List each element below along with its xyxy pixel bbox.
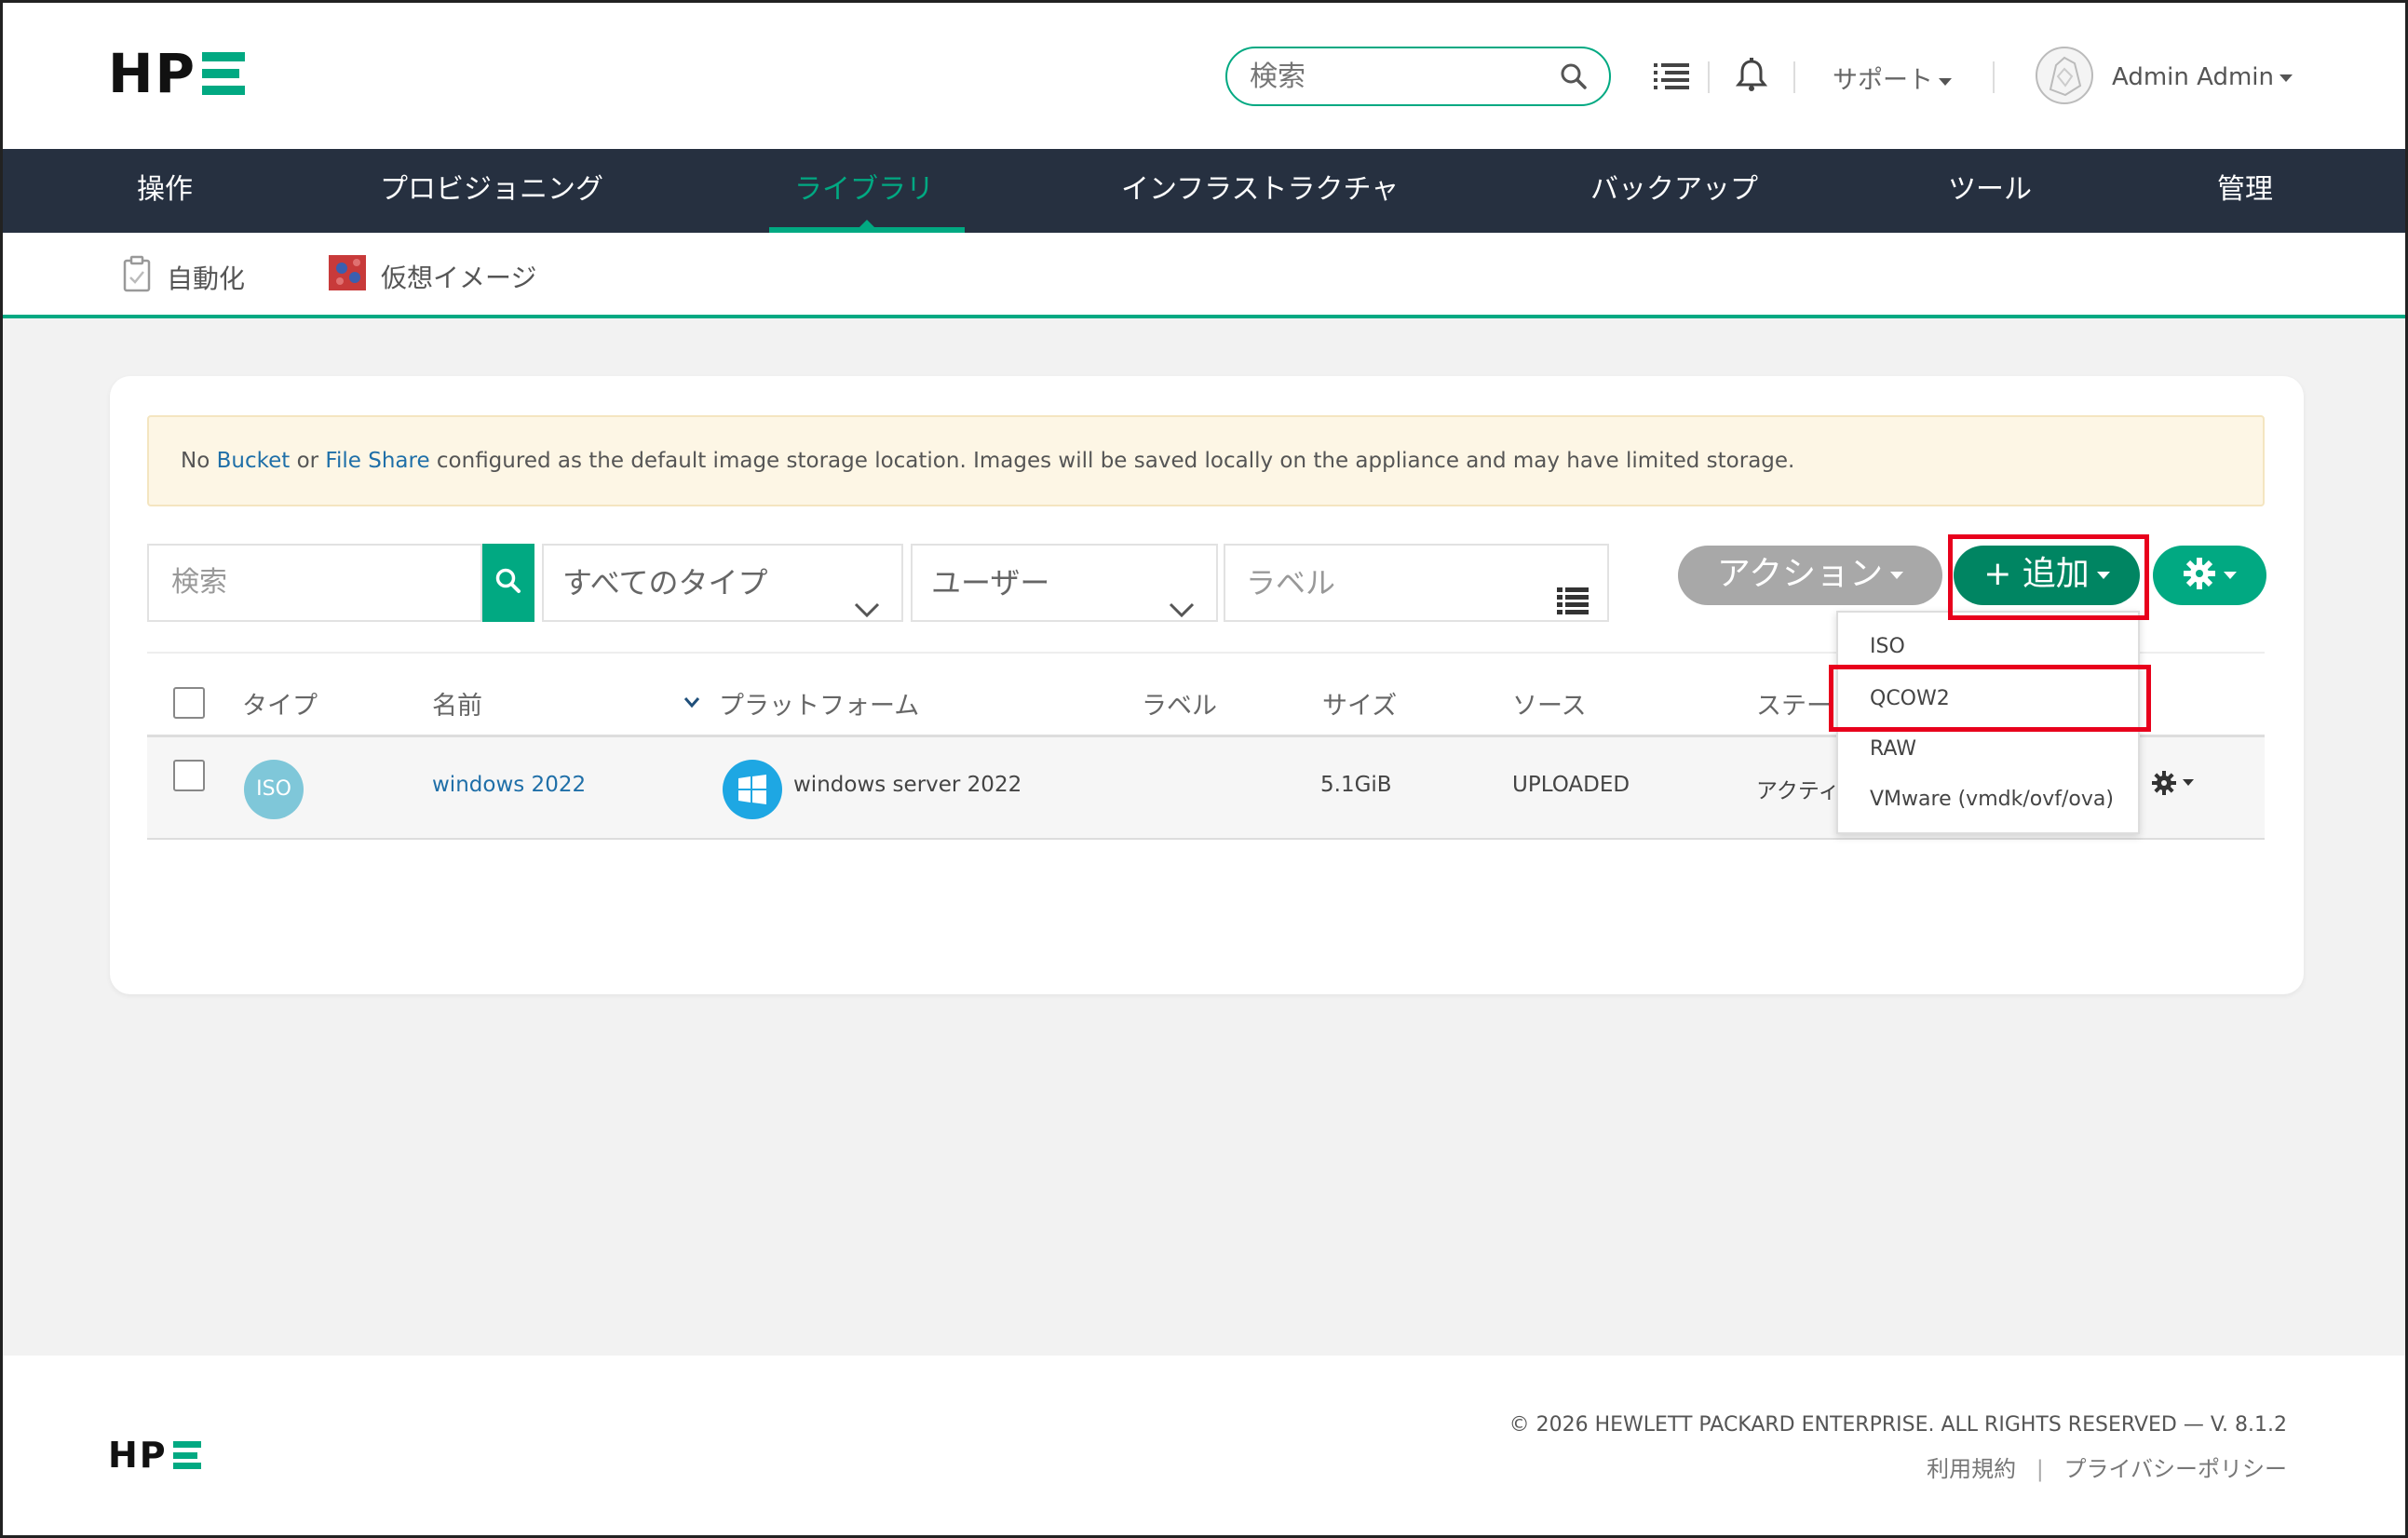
activity-list-icon[interactable]	[1654, 61, 1691, 95]
support-menu[interactable]: サポート	[1833, 60, 1952, 96]
column-header-platform[interactable]: プラットフォーム	[719, 685, 919, 722]
row-checkbox[interactable]	[173, 760, 205, 791]
platform-cell: windows server 2022	[793, 773, 1022, 797]
qcow2-highlight	[1829, 665, 2151, 732]
nav-item-operations[interactable]: 操作	[137, 149, 193, 233]
add-button-highlight	[1948, 534, 2149, 620]
chevron-down-icon	[853, 572, 881, 646]
source-cell: UPLOADED	[1512, 773, 1630, 797]
storage-warning-alert: No Bucket or File Share configured as th…	[147, 415, 2265, 506]
clipboard-icon	[122, 255, 152, 299]
avatar[interactable]	[2036, 47, 2093, 104]
chevron-down-icon	[1168, 572, 1196, 646]
select-all-checkbox[interactable]	[173, 687, 205, 719]
column-header-source[interactable]: ソース	[1512, 685, 1587, 722]
footer-link-separator: |	[2036, 1456, 2044, 1482]
row-gear-menu[interactable]	[2151, 769, 2199, 801]
nav-item-tools[interactable]: ツール	[1948, 149, 2032, 233]
bucket-link[interactable]: Bucket	[217, 449, 291, 473]
iso-type-badge: ISO	[244, 760, 304, 819]
menu-item-raw[interactable]: RAW	[1870, 737, 1916, 761]
nav-item-admin[interactable]: 管理	[2217, 149, 2273, 233]
settings-button[interactable]	[2153, 546, 2266, 605]
hpe-logo-e-mark	[202, 52, 246, 95]
hpe-logo-e-mark	[172, 1441, 201, 1469]
search-icon	[494, 566, 523, 600]
hpe-logo[interactable]: HP	[108, 47, 246, 101]
active-tab-notch	[858, 220, 876, 229]
main-nav: 操作 プロビジョニング ライブラリ インフラストラクチャ バックアップ ツール …	[3, 149, 2405, 233]
gear-icon	[2183, 557, 2216, 594]
sub-nav: 自動化 仮想イメージ	[3, 233, 2405, 318]
menu-item-iso[interactable]: ISO	[1870, 635, 1905, 658]
file-share-link[interactable]: File Share	[325, 449, 429, 473]
image-search-button[interactable]	[482, 544, 534, 622]
global-search-input[interactable]	[1250, 60, 1548, 93]
virtual-image-icon	[329, 255, 366, 297]
footer-links: 利用規約 | プライバシーポリシー	[1927, 1450, 2287, 1483]
nav-item-backup[interactable]: バックアップ	[1590, 149, 1758, 233]
user-menu[interactable]: Admin Admin	[2112, 63, 2293, 91]
footer	[3, 1356, 2405, 1535]
sort-descending-icon[interactable]	[683, 695, 700, 712]
privacy-policy-link[interactable]: プライバシーポリシー	[2063, 1456, 2287, 1482]
header-separator	[1993, 61, 1995, 93]
column-header-name[interactable]: 名前	[432, 685, 482, 722]
image-name-link[interactable]: windows 2022	[432, 773, 586, 797]
header-separator	[1793, 61, 1795, 93]
terms-link[interactable]: 利用規約	[1927, 1456, 2016, 1482]
user-filter-select[interactable]: ユーザー	[911, 544, 1218, 622]
header-separator	[1708, 61, 1710, 93]
windows-icon	[723, 760, 782, 819]
column-header-status[interactable]: ステー	[1756, 685, 1832, 722]
label-filter-input[interactable]: ラベル	[1224, 544, 1609, 622]
global-search[interactable]	[1225, 47, 1611, 106]
image-search-input[interactable]: 検索	[147, 544, 482, 622]
search-icon[interactable]	[1559, 61, 1589, 95]
column-header-label[interactable]: ラベル	[1142, 685, 1217, 722]
chevron-down-icon	[1939, 77, 1952, 86]
top-header: HP サポート Admin Admin	[0, 0, 2408, 149]
nav-item-infrastructure[interactable]: インフラストラクチャ	[1121, 149, 1399, 233]
column-header-size[interactable]: サイズ	[1322, 685, 1397, 722]
status-cell: アクティ	[1756, 779, 1840, 803]
subnav-item-automation[interactable]: 自動化	[122, 255, 245, 299]
type-filter-select[interactable]: すべてのタイプ	[542, 544, 903, 622]
nav-item-provisioning[interactable]: プロビジョニング	[380, 149, 603, 233]
subnav-item-virtual-images[interactable]: 仮想イメージ	[329, 255, 536, 297]
list-icon[interactable]	[1557, 568, 1589, 642]
copyright-text: © 2026 HEWLETT PACKARD ENTERPRISE. ALL R…	[1508, 1413, 2287, 1437]
chevron-down-icon	[2224, 572, 2237, 579]
chevron-down-icon	[1890, 572, 1904, 579]
column-header-type[interactable]: タイプ	[242, 685, 318, 722]
menu-item-vmware[interactable]: VMware (vmdk/ovf/ova)	[1870, 788, 2114, 811]
actions-button[interactable]: アクション	[1678, 546, 1942, 605]
bell-icon[interactable]	[1735, 58, 1768, 97]
footer-hpe-logo: HP	[108, 1437, 201, 1473]
size-cell: 5.1GiB	[1320, 773, 1392, 797]
chevron-down-icon	[2279, 74, 2293, 82]
